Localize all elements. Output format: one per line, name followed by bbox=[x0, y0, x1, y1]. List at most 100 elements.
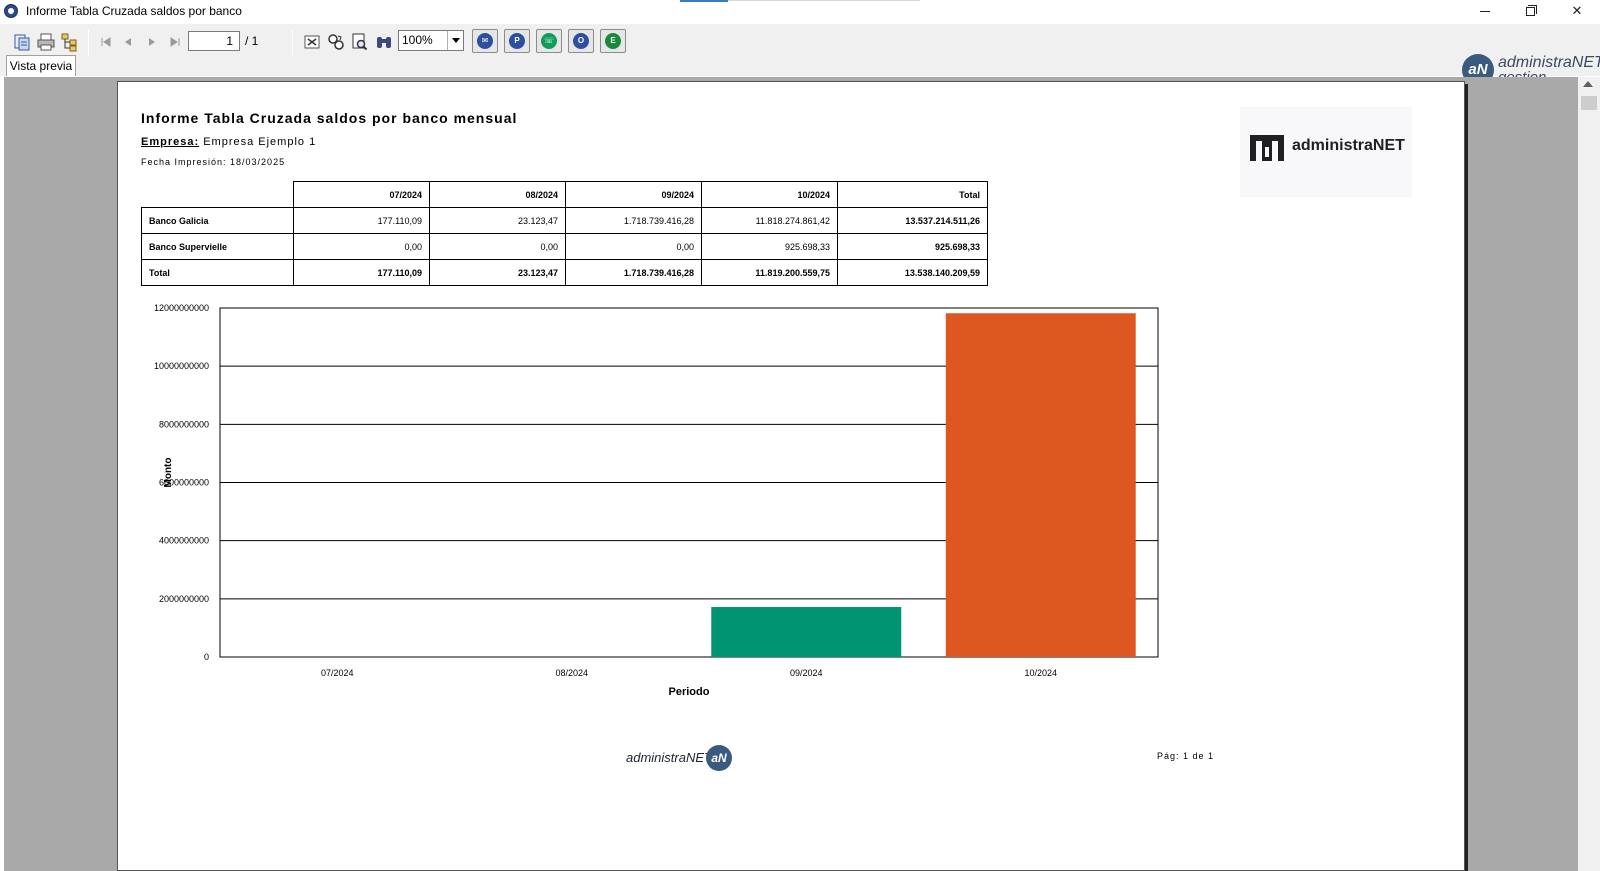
footer-logo-icon: aN bbox=[706, 745, 732, 771]
x-tick-label: 09/2024 bbox=[790, 668, 823, 678]
scroll-thumb[interactable] bbox=[1581, 96, 1597, 110]
y-tick-label: 0 bbox=[204, 652, 209, 662]
cross-table: 07/2024 08/2024 09/2024 10/2024 Total Ba… bbox=[141, 181, 988, 286]
excel-glyph: E bbox=[610, 36, 616, 45]
column-header: 10/2024 bbox=[701, 181, 838, 208]
table-cell: 925.698,33 bbox=[701, 233, 838, 260]
bar bbox=[945, 313, 1136, 657]
pdf-glyph: P bbox=[514, 36, 520, 45]
outlook-button[interactable]: O bbox=[568, 29, 594, 53]
title-accent-line bbox=[728, 0, 920, 1]
email-glyph: ✉ bbox=[481, 36, 489, 45]
whatsapp-glyph: ☏ bbox=[543, 36, 554, 45]
y-axis-label: Monto bbox=[163, 458, 174, 488]
window-title: Informe Tabla Cruzada saldos por banco bbox=[26, 4, 242, 18]
minimize-button[interactable] bbox=[1462, 0, 1508, 22]
binoculars-icon[interactable] bbox=[374, 32, 394, 52]
row-total-cell: 13.538.140.209,59 bbox=[837, 259, 988, 286]
page-total-label: / 1 bbox=[245, 34, 259, 48]
y-tick-label: 10000000000 bbox=[154, 361, 209, 371]
x-tick-label: 07/2024 bbox=[321, 668, 354, 678]
report-company: Empresa: Empresa Ejemplo 1 bbox=[141, 136, 316, 148]
administranet-logo-icon bbox=[1250, 135, 1284, 161]
table-cell: 177.110,09 bbox=[293, 259, 430, 286]
refresh-icon[interactable] bbox=[326, 32, 346, 52]
column-header: 08/2024 bbox=[429, 181, 566, 208]
table-cell: 0,00 bbox=[293, 233, 430, 260]
pdf-button[interactable]: P bbox=[504, 29, 530, 53]
next-page-icon[interactable] bbox=[142, 32, 162, 52]
excel-button[interactable]: E bbox=[600, 29, 626, 53]
close-report-icon[interactable] bbox=[302, 32, 322, 52]
row-label: Banco Supervielle bbox=[141, 233, 294, 260]
toolbar-separator bbox=[88, 30, 89, 56]
row-total-cell: 13.537.214.511,26 bbox=[837, 207, 988, 234]
first-page-icon[interactable] bbox=[96, 32, 116, 52]
table-header-row: 07/2024 08/2024 09/2024 10/2024 Total bbox=[141, 181, 988, 208]
last-page-icon[interactable] bbox=[165, 32, 185, 52]
print-icon[interactable] bbox=[36, 32, 56, 52]
zoom-value: 100% bbox=[402, 33, 433, 47]
table-row: Banco Supervielle 0,00 0,00 0,00 925.698… bbox=[141, 233, 988, 260]
page-number-input[interactable]: 1 bbox=[188, 31, 240, 51]
table-cell: 11.819.200.559,75 bbox=[701, 259, 838, 286]
column-header: 09/2024 bbox=[565, 181, 702, 208]
report-title: Informe Tabla Cruzada saldos por banco m… bbox=[141, 110, 518, 126]
column-header: 07/2024 bbox=[293, 181, 430, 208]
tab-vista-previa[interactable]: Vista previa bbox=[6, 55, 76, 76]
export-icon[interactable] bbox=[12, 32, 32, 52]
close-button[interactable]: ✕ bbox=[1554, 0, 1600, 22]
column-header: Total bbox=[837, 181, 988, 208]
print-date: Fecha Impresión: 18/03/2025 bbox=[141, 157, 286, 167]
y-tick-label: 12000000000 bbox=[154, 303, 209, 313]
footer-logo: administraNET aN bbox=[626, 744, 736, 774]
prev-page-icon[interactable] bbox=[118, 32, 138, 52]
row-total-cell: 925.698,33 bbox=[837, 233, 988, 260]
zoom-select[interactable]: 100% bbox=[398, 30, 464, 51]
whatsapp-button[interactable]: ☏ bbox=[536, 29, 562, 53]
table-cell: 0,00 bbox=[565, 233, 702, 260]
table-total-row: Total 177.110,09 23.123,47 1.718.739.416… bbox=[141, 259, 988, 286]
report-logo-text: administraNET bbox=[1292, 137, 1405, 154]
email-button[interactable]: ✉ bbox=[472, 29, 498, 53]
report-logo: administraNET bbox=[1240, 107, 1412, 197]
company-value: Empresa Ejemplo 1 bbox=[203, 136, 317, 148]
toolbar-separator bbox=[292, 30, 293, 56]
table-row: Banco Galicia 177.110,09 23.123,47 1.718… bbox=[141, 207, 988, 234]
page-number-label: Pág: 1 de 1 bbox=[1157, 751, 1215, 761]
x-axis-label: Periodo bbox=[669, 686, 710, 698]
y-tick-label: 8000000000 bbox=[159, 419, 209, 429]
table-cell: 1.718.739.416,28 bbox=[565, 259, 702, 286]
chevron-down-icon bbox=[447, 31, 463, 50]
tree-icon[interactable] bbox=[60, 32, 80, 52]
table-cell: 23.123,47 bbox=[429, 259, 566, 286]
scroll-up-icon[interactable] bbox=[1583, 81, 1593, 87]
row-label: Total bbox=[141, 259, 294, 286]
bar-chart: 0200000000040000000006000000000800000000… bbox=[154, 303, 1159, 698]
minimize-icon bbox=[1480, 11, 1490, 12]
y-tick-label: 2000000000 bbox=[159, 594, 209, 604]
search-page-icon[interactable] bbox=[350, 32, 370, 52]
vertical-scrollbar[interactable] bbox=[1578, 77, 1600, 871]
restore-icon bbox=[1526, 7, 1535, 16]
table-corner-cell bbox=[141, 181, 294, 208]
toolbar: 1 / 1 100% ✉ P ☏ O E Vista previa aN adm… bbox=[0, 24, 1600, 86]
company-label: Empresa: bbox=[141, 136, 200, 148]
table-cell: 11.818.274.861,42 bbox=[701, 207, 838, 234]
app-icon bbox=[4, 4, 18, 18]
outlook-glyph: O bbox=[577, 36, 585, 45]
table-cell: 23.123,47 bbox=[429, 207, 566, 234]
x-tick-label: 10/2024 bbox=[1024, 668, 1057, 678]
y-tick-label: 4000000000 bbox=[159, 536, 209, 546]
restore-button[interactable] bbox=[1508, 0, 1554, 22]
x-tick-label: 08/2024 bbox=[555, 668, 588, 678]
table-cell: 177.110,09 bbox=[293, 207, 430, 234]
row-label: Banco Galicia bbox=[141, 207, 294, 234]
close-icon: ✕ bbox=[1571, 3, 1583, 18]
title-accent-bar bbox=[680, 0, 728, 2]
bar bbox=[711, 607, 902, 657]
table-cell: 1.718.739.416,28 bbox=[565, 207, 702, 234]
footer-brand: administraNET bbox=[626, 750, 712, 765]
title-bar: Informe Tabla Cruzada saldos por banco ✕ bbox=[0, 0, 1600, 24]
table-cell: 0,00 bbox=[429, 233, 566, 260]
